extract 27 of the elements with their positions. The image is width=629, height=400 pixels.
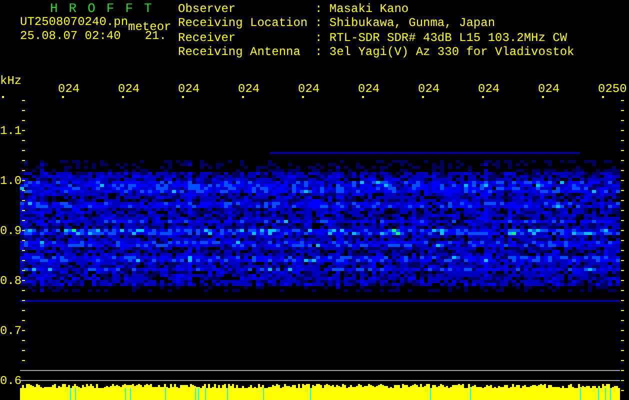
- unit-label: kHz: [0, 74, 22, 88]
- time-tick-label: 024: [238, 82, 260, 96]
- time-tick-label: 0250: [598, 82, 627, 96]
- info-value: : Masaki Kano: [315, 3, 410, 17]
- time-tick-label: 024: [358, 82, 380, 96]
- frequency-tick-label: 1.1: [0, 124, 22, 138]
- time-tick-label: 024: [298, 82, 320, 96]
- info-label: Receiving Antenna: [178, 46, 302, 60]
- frequency-tick-label: 1.0: [0, 174, 22, 188]
- frequency-tick-label: 0.7: [0, 324, 22, 338]
- info-label: Observer: [178, 3, 237, 17]
- info-value: : RTL-SDR SDR# 43dB L15 103.2MHz CW: [315, 32, 568, 46]
- info-label: Receiver: [178, 32, 237, 46]
- info-value: : 3el Yagi(V) Az 330 for Vladivostok: [315, 46, 574, 60]
- time-tick-label: 024: [538, 82, 560, 96]
- time-tick-label: 024: [418, 82, 440, 96]
- time-tick-label: 024: [178, 82, 200, 96]
- frequency-tick-label: 0.6: [0, 374, 22, 388]
- app-title: H R O F F T: [49, 2, 154, 15]
- date-time: 25.08.07 02:40: [20, 29, 121, 43]
- info-label: Receiving Location: [178, 17, 309, 32]
- time-tick-label: 024: [118, 82, 140, 96]
- time-tick-label: 024: [58, 82, 80, 96]
- info-value: : Shibukawa, Gunma, Japan: [315, 17, 496, 32]
- time-tick-label: 024: [478, 82, 500, 96]
- file-name: UT2508070240.pn: [20, 15, 128, 29]
- frequency-tick-label: 0.8: [0, 274, 22, 288]
